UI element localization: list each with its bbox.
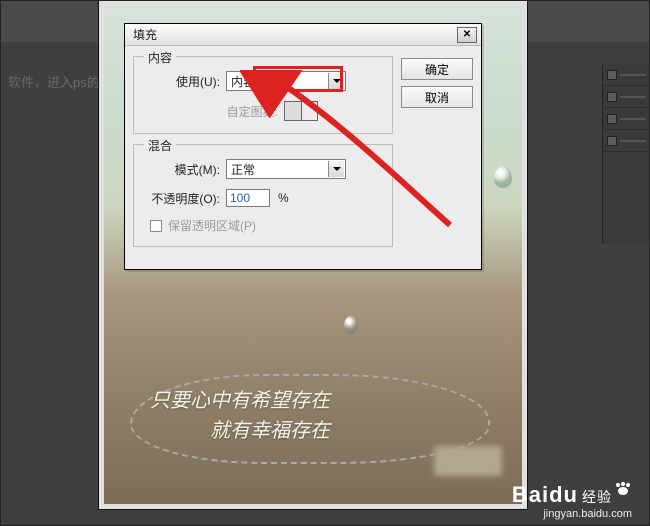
water-drop [494,166,512,188]
chevron-down-icon [328,73,344,89]
overlay-line-1: 只要心中有希望存在 [150,386,330,416]
content-group-title: 内容 [144,49,176,66]
opacity-label: 不透明度(O): [144,190,226,207]
chevron-down-icon [328,161,344,177]
mode-dropdown[interactable]: 正常 [226,159,346,179]
overlay-line-2: 就有幸福存在 [210,416,330,446]
watermark-sub: 经验 [582,489,612,505]
close-button[interactable]: ✕ [457,27,477,43]
panel-row[interactable] [603,108,650,130]
preserve-label: 保留透明区域(P) [168,217,256,234]
watermark-url: jingyan.baidu.com [512,508,632,520]
blend-group: 混合 模式(M): 正常 不透明度(O): % 保留透明区域(P) [133,144,393,247]
watermark-brand: Baidu [512,482,578,507]
dialog-title: 填充 [133,26,157,43]
blend-group-title: 混合 [144,137,176,154]
close-icon: ✕ [463,29,471,40]
custom-pattern-label: 自定图案: [144,103,284,120]
pattern-swatch[interactable] [284,101,318,121]
baidu-watermark: Baidu经验 jingyan.baidu.com [512,482,632,520]
use-value: 内容识别 [231,73,279,90]
side-panel [602,64,650,244]
mode-label: 模式(M): [144,161,226,178]
paw-icon [614,482,632,496]
use-label: 使用(U): [144,73,226,90]
dialog-titlebar[interactable]: 填充 ✕ [125,24,481,46]
opacity-input[interactable] [226,189,270,207]
panel-row[interactable] [603,64,650,86]
mode-value: 正常 [231,161,255,178]
panel-row[interactable] [603,130,650,152]
content-group: 内容 使用(U): 内容识别 自定图案: [133,56,393,134]
use-dropdown[interactable]: 内容识别 [226,71,346,91]
panel-row[interactable] [603,86,650,108]
ok-button[interactable]: 确定 [401,58,473,80]
opacity-unit: % [278,191,289,205]
cancel-button[interactable]: 取消 [401,86,473,108]
fill-dialog: 填充 ✕ 内容 使用(U): 内容识别 自定图案: [124,23,482,270]
overlay-text: 只要心中有希望存在 就有幸福存在 [150,386,330,446]
blurred-watermark [434,446,502,476]
water-drop [344,316,358,334]
preserve-checkbox[interactable] [150,220,162,232]
